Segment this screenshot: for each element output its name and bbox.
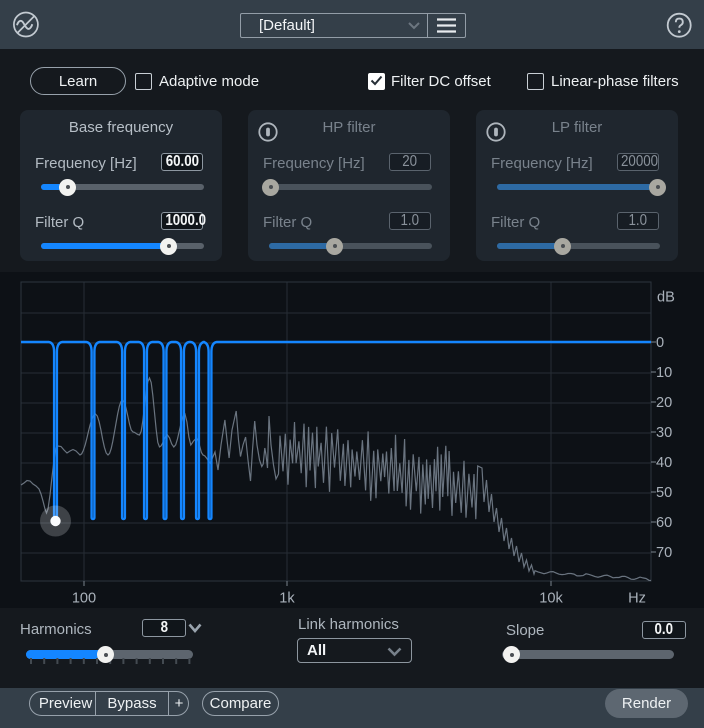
- svg-text:1k: 1k: [279, 591, 295, 607]
- svg-text:70: 70: [656, 545, 672, 561]
- svg-text:100: 100: [72, 591, 96, 607]
- svg-text:60: 60: [656, 515, 672, 531]
- svg-text:Hz: Hz: [628, 591, 646, 607]
- svg-text:10k: 10k: [539, 591, 563, 607]
- svg-text:20: 20: [656, 395, 672, 411]
- svg-text:30: 30: [656, 425, 672, 441]
- svg-text:10: 10: [656, 365, 672, 381]
- svg-text:0: 0: [656, 335, 664, 351]
- svg-text:dB: dB: [657, 290, 675, 306]
- svg-text:50: 50: [656, 485, 672, 501]
- svg-text:40: 40: [656, 455, 672, 471]
